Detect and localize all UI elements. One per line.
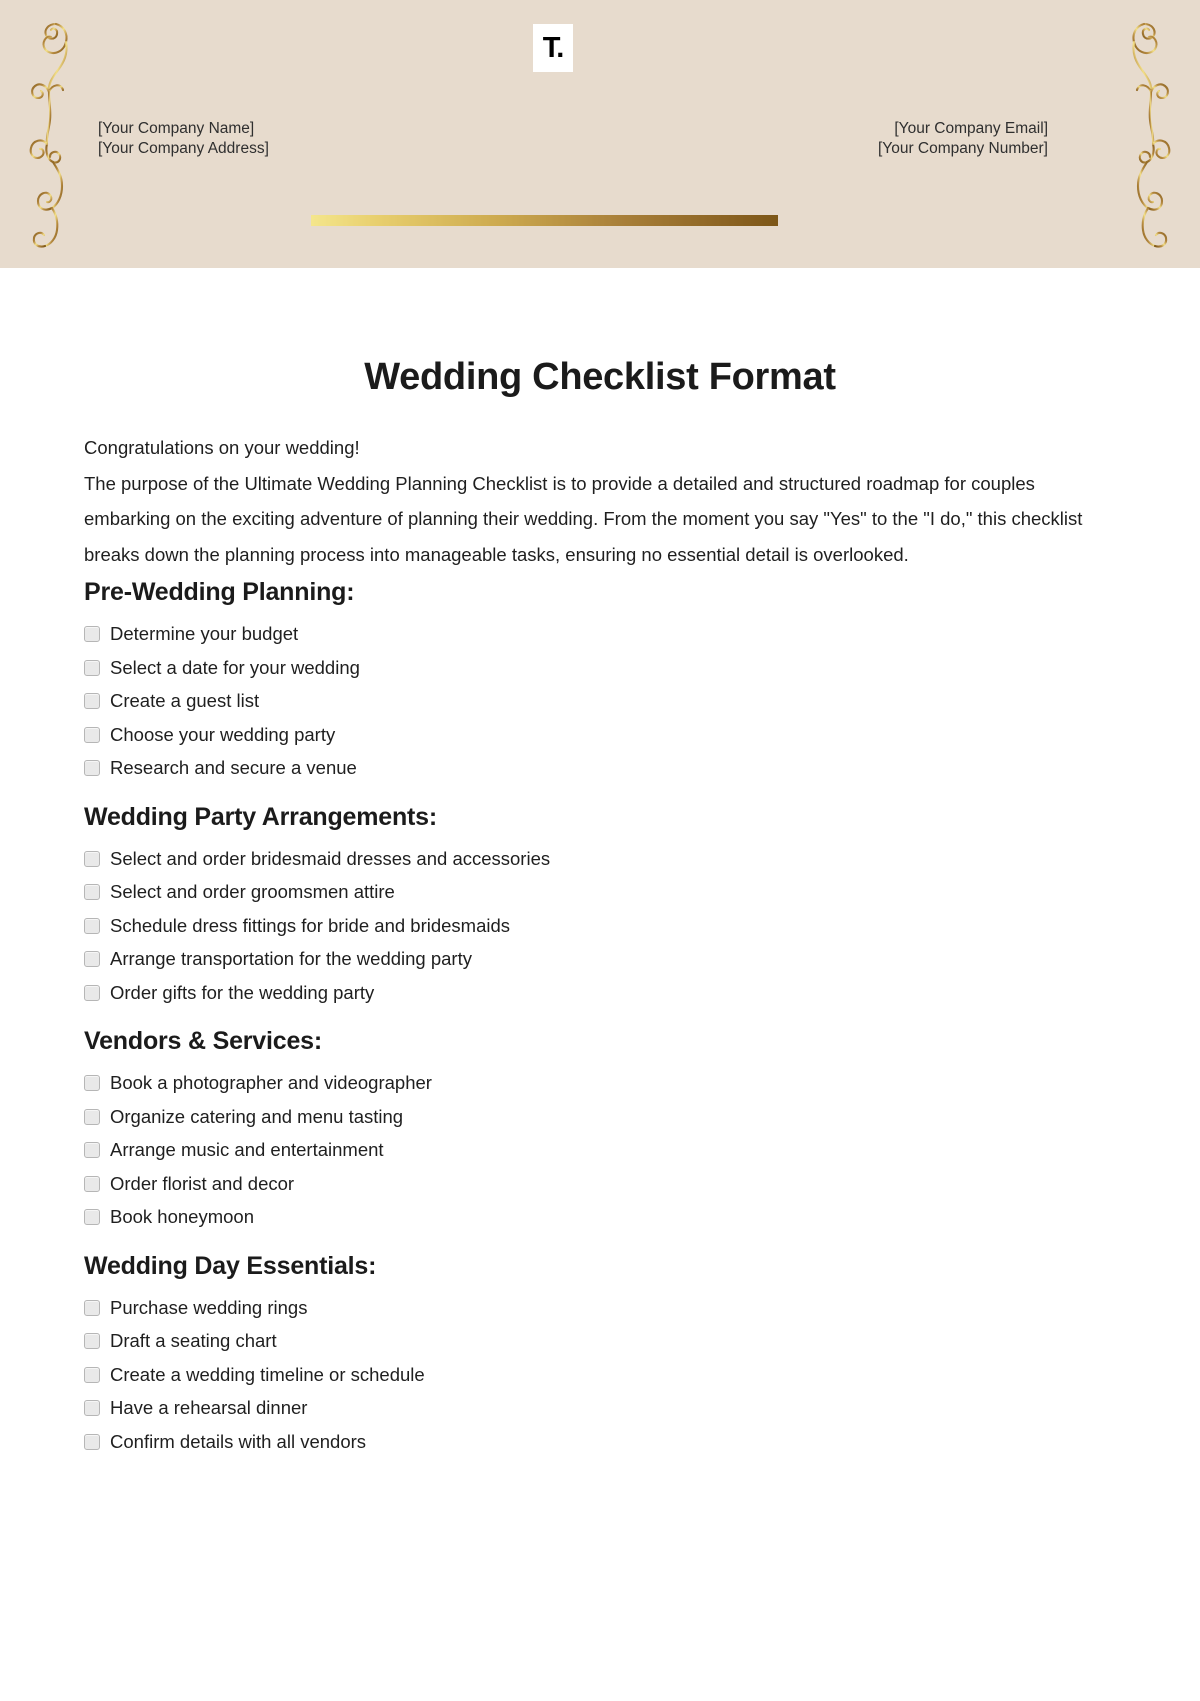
intro-paragraph: Congratulations on your wedding! The purp… — [84, 399, 1116, 572]
checkbox-icon[interactable] — [84, 726, 100, 743]
checkbox-icon[interactable] — [84, 984, 100, 1001]
checklist-item[interactable]: Select a date for your wedding — [84, 657, 1116, 691]
section-heading: Wedding Day Essentials: — [84, 1251, 377, 1280]
checklist-item[interactable]: Arrange music and entertainment — [84, 1139, 1116, 1173]
checklist-item-label: Select a date for your wedding — [110, 656, 360, 678]
checklist-item[interactable]: Draft a seating chart — [84, 1330, 1116, 1364]
checklist: Purchase wedding rings Draft a seating ch… — [84, 1281, 1116, 1471]
intro-body: The purpose of the Ultimate Wedding Plan… — [84, 472, 1083, 565]
checkbox-icon[interactable] — [84, 626, 100, 643]
company-number: [Your Company Number] — [877, 140, 1048, 157]
checklist-item-label: Order gifts for the wedding party — [110, 981, 375, 1003]
checklist-item[interactable]: Have a rehearsal dinner — [84, 1397, 1116, 1431]
checklist-item-label: Arrange music and entertainment — [110, 1139, 384, 1161]
checklist-item-label: Research and secure a venue — [110, 757, 357, 779]
checkbox-icon[interactable] — [84, 1108, 100, 1125]
checklist-item[interactable]: Organize catering and menu tasting — [84, 1106, 1116, 1140]
checklist-item-label: Confirm details with all vendors — [110, 1430, 367, 1452]
brand-logo: T. — [533, 24, 573, 72]
flourish-scroll-ornament-left-icon — [18, 18, 80, 250]
checklist-item-label: Organize catering and menu tasting — [110, 1105, 404, 1127]
company-email: [Your Company Email] — [894, 120, 1048, 137]
checklist-item-label: Order florist and decor — [110, 1172, 295, 1194]
checkbox-icon[interactable] — [84, 1333, 100, 1350]
checklist-item-label: Purchase wedding rings — [110, 1296, 308, 1318]
checklist-item-label: Have a rehearsal dinner — [110, 1397, 308, 1419]
checkbox-icon[interactable] — [84, 1142, 100, 1159]
checkbox-icon[interactable] — [84, 1366, 100, 1383]
section-heading: Pre-Wedding Planning: — [84, 578, 355, 607]
checklist-item[interactable]: Book a photographer and videographer — [84, 1072, 1116, 1106]
checklist-item[interactable]: Book honeymoon — [84, 1206, 1116, 1240]
checklist-item[interactable]: Select and order groomsmen attire — [84, 881, 1116, 915]
checkbox-icon[interactable] — [84, 884, 100, 901]
company-address: [Your Company Address] — [98, 140, 269, 157]
checklist-item[interactable]: Schedule dress fittings for bride and br… — [84, 915, 1116, 949]
checkbox-icon[interactable] — [84, 1209, 100, 1226]
checklist-item-label: Create a guest list — [110, 690, 260, 712]
checklist: Select and order bridesmaid dresses and … — [84, 832, 1116, 1022]
checklist-item[interactable]: Order florist and decor — [84, 1173, 1116, 1207]
checklist-item[interactable]: Determine your budget — [84, 623, 1116, 657]
intro-greeting: Congratulations on your wedding! — [84, 437, 360, 458]
checkbox-icon[interactable] — [84, 760, 100, 777]
checklist: Determine your budget Select a date for y… — [84, 607, 1116, 797]
flourish-scroll-ornament-right-icon — [1120, 18, 1182, 250]
checkbox-icon[interactable] — [84, 1299, 100, 1316]
checklist-item[interactable]: Arrange transportation for the wedding p… — [84, 948, 1116, 982]
checkbox-icon[interactable] — [84, 1075, 100, 1092]
checklist-item[interactable]: Confirm details with all vendors — [84, 1431, 1116, 1465]
gold-gradient-rule-icon — [311, 215, 778, 226]
checkbox-icon[interactable] — [84, 693, 100, 710]
company-right-block: [Your Company Email] [Your Company Numbe… — [878, 119, 1048, 159]
checkbox-icon[interactable] — [84, 1400, 100, 1417]
checklist-item-label: Determine your budget — [110, 623, 299, 645]
company-name: [Your Company Name] — [98, 120, 255, 137]
checklist-item[interactable]: Create a guest list — [84, 690, 1116, 724]
checkbox-icon[interactable] — [84, 917, 100, 934]
checkbox-icon[interactable] — [84, 659, 100, 676]
checkbox-icon[interactable] — [84, 1175, 100, 1192]
checklist-item-label: Choose your wedding party — [110, 723, 336, 745]
checklist-item[interactable]: Purchase wedding rings — [84, 1297, 1116, 1331]
checkbox-icon[interactable] — [84, 1433, 100, 1450]
checklist-item-label: Book a photographer and videographer — [110, 1072, 432, 1094]
checklist: Book a photographer and videographer Orga… — [84, 1056, 1116, 1246]
section-heading: Wedding Party Arrangements: — [84, 802, 437, 831]
checklist-item-label: Draft a seating chart — [110, 1330, 277, 1352]
checklist-item-label: Book honeymoon — [110, 1206, 254, 1228]
company-left-block: [Your Company Name] [Your Company Addres… — [98, 119, 269, 159]
checkbox-icon[interactable] — [84, 850, 100, 867]
checklist-item-label: Create a wedding timeline or schedule — [110, 1363, 425, 1385]
checklist-item[interactable]: Order gifts for the wedding party — [84, 982, 1116, 1016]
checklist-item-label: Schedule dress fittings for bride and br… — [110, 914, 511, 936]
checklist-item[interactable]: Choose your wedding party — [84, 724, 1116, 758]
brand-logo-text: T. — [542, 31, 565, 64]
document-header-band: T. [Your Company Name] [Your Company Add… — [0, 0, 1200, 268]
checklist-item[interactable]: Research and secure a venue — [84, 757, 1116, 791]
document-body: Wedding Checklist Format Congratulations… — [0, 268, 1200, 1470]
checklist-item[interactable]: Select and order bridesmaid dresses and … — [84, 848, 1116, 882]
checklist-sections: Pre-Wedding Planning: Determine your budg… — [84, 572, 1116, 1470]
section-heading: Vendors & Services: — [84, 1027, 322, 1056]
checklist-item-label: Select and order groomsmen attire — [110, 881, 395, 903]
checklist-item-label: Arrange transportation for the wedding p… — [110, 948, 472, 970]
checkbox-icon[interactable] — [84, 951, 100, 968]
page-title: Wedding Checklist Format — [364, 356, 836, 398]
checklist-item[interactable]: Create a wedding timeline or schedule — [84, 1364, 1116, 1398]
checklist-item-label: Select and order bridesmaid dresses and … — [110, 847, 551, 869]
